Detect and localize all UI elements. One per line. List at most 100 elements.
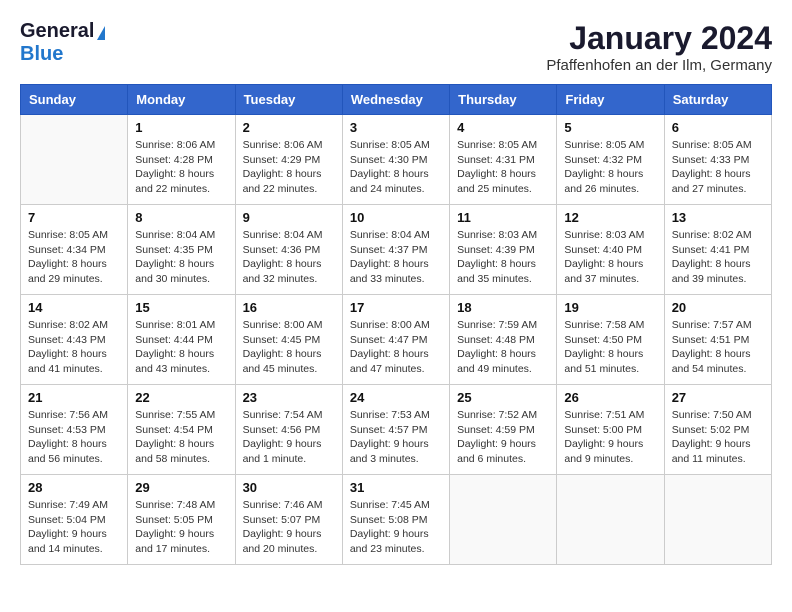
table-row: 15 Sunrise: 8:01 AMSunset: 4:44 PMDayligh… <box>128 295 235 385</box>
table-row: 30 Sunrise: 7:46 AMSunset: 5:07 PMDayligh… <box>235 475 342 565</box>
logo-general: General <box>20 20 94 43</box>
day-info: Sunrise: 8:01 AMSunset: 4:44 PMDaylight:… <box>135 318 227 377</box>
day-number: 2 <box>243 120 335 135</box>
day-number: 1 <box>135 120 227 135</box>
day-info: Sunrise: 7:50 AMSunset: 5:02 PMDaylight:… <box>672 408 764 467</box>
day-number: 26 <box>564 390 656 405</box>
day-info: Sunrise: 8:04 AMSunset: 4:35 PMDaylight:… <box>135 228 227 287</box>
table-row: 29 Sunrise: 7:48 AMSunset: 5:05 PMDayligh… <box>128 475 235 565</box>
table-row <box>557 475 664 565</box>
table-row: 11 Sunrise: 8:03 AMSunset: 4:39 PMDayligh… <box>450 205 557 295</box>
day-info: Sunrise: 7:51 AMSunset: 5:00 PMDaylight:… <box>564 408 656 467</box>
table-row: 18 Sunrise: 7:59 AMSunset: 4:48 PMDayligh… <box>450 295 557 385</box>
table-row <box>664 475 771 565</box>
day-number: 25 <box>457 390 549 405</box>
logo: General Blue <box>20 20 105 66</box>
day-info: Sunrise: 7:45 AMSunset: 5:08 PMDaylight:… <box>350 498 442 557</box>
table-row: 2 Sunrise: 8:06 AMSunset: 4:29 PMDaylight… <box>235 115 342 205</box>
table-row: 16Sunrise: 8:00 AMSunset: 4:45 PMDayligh… <box>235 295 342 385</box>
logo-triangle-icon <box>97 26 105 40</box>
col-saturday: Saturday <box>664 85 771 115</box>
day-info: Sunrise: 7:46 AMSunset: 5:07 PMDaylight:… <box>243 498 335 557</box>
table-row: 31 Sunrise: 7:45 AMSunset: 5:08 PMDayligh… <box>342 475 449 565</box>
table-row: 8 Sunrise: 8:04 AMSunset: 4:35 PMDaylight… <box>128 205 235 295</box>
day-number: 4 <box>457 120 549 135</box>
day-info: Sunrise: 8:04 AMSunset: 4:37 PMDaylight:… <box>350 228 442 287</box>
day-number: 22 <box>135 390 227 405</box>
col-wednesday: Wednesday <box>342 85 449 115</box>
day-number: 23 <box>243 390 335 405</box>
logo-blue: Blue <box>20 43 63 66</box>
day-number: 28 <box>28 480 120 495</box>
day-info: Sunrise: 7:48 AMSunset: 5:05 PMDaylight:… <box>135 498 227 557</box>
table-row: 28Sunrise: 7:49 AMSunset: 5:04 PMDayligh… <box>21 475 128 565</box>
calendar-week-row: 28Sunrise: 7:49 AMSunset: 5:04 PMDayligh… <box>21 475 772 565</box>
day-info: Sunrise: 8:05 AMSunset: 4:32 PMDaylight:… <box>564 138 656 197</box>
day-number: 6 <box>672 120 764 135</box>
table-row: 7Sunrise: 8:05 AMSunset: 4:34 PMDaylight… <box>21 205 128 295</box>
calendar-week-row: 1 Sunrise: 8:06 AMSunset: 4:28 PMDaylight… <box>21 115 772 205</box>
calendar-week-row: 7Sunrise: 8:05 AMSunset: 4:34 PMDaylight… <box>21 205 772 295</box>
day-number: 11 <box>457 210 549 225</box>
table-row: 5 Sunrise: 8:05 AMSunset: 4:32 PMDaylight… <box>557 115 664 205</box>
day-info: Sunrise: 8:05 AMSunset: 4:30 PMDaylight:… <box>350 138 442 197</box>
page-title: January 2024 <box>546 20 772 57</box>
table-row: 12Sunrise: 8:03 AMSunset: 4:40 PMDayligh… <box>557 205 664 295</box>
day-info: Sunrise: 8:06 AMSunset: 4:29 PMDaylight:… <box>243 138 335 197</box>
day-number: 5 <box>564 120 656 135</box>
day-number: 30 <box>243 480 335 495</box>
col-friday: Friday <box>557 85 664 115</box>
table-row: 3 Sunrise: 8:05 AMSunset: 4:30 PMDaylight… <box>342 115 449 205</box>
day-info: Sunrise: 8:00 AMSunset: 4:45 PMDaylight:… <box>243 318 335 377</box>
day-info: Sunrise: 8:05 AMSunset: 4:33 PMDaylight:… <box>672 138 764 197</box>
table-row: 14Sunrise: 8:02 AMSunset: 4:43 PMDayligh… <box>21 295 128 385</box>
table-row: 26 Sunrise: 7:51 AMSunset: 5:00 PMDayligh… <box>557 385 664 475</box>
day-info: Sunrise: 7:53 AMSunset: 4:57 PMDaylight:… <box>350 408 442 467</box>
table-row: 21Sunrise: 7:56 AMSunset: 4:53 PMDayligh… <box>21 385 128 475</box>
day-info: Sunrise: 8:03 AMSunset: 4:39 PMDaylight:… <box>457 228 549 287</box>
calendar-week-row: 14Sunrise: 8:02 AMSunset: 4:43 PMDayligh… <box>21 295 772 385</box>
day-number: 7 <box>28 210 120 225</box>
day-number: 13 <box>672 210 764 225</box>
day-number: 20 <box>672 300 764 315</box>
day-info: Sunrise: 7:58 AMSunset: 4:50 PMDaylight:… <box>564 318 656 377</box>
col-thursday: Thursday <box>450 85 557 115</box>
day-number: 27 <box>672 390 764 405</box>
day-number: 8 <box>135 210 227 225</box>
day-info: Sunrise: 7:55 AMSunset: 4:54 PMDaylight:… <box>135 408 227 467</box>
col-sunday: Sunday <box>21 85 128 115</box>
day-number: 10 <box>350 210 442 225</box>
title-block: January 2024 Pfaffenhofen an der Ilm, Ge… <box>546 20 772 74</box>
day-info: Sunrise: 8:02 AMSunset: 4:41 PMDaylight:… <box>672 228 764 287</box>
day-number: 29 <box>135 480 227 495</box>
day-info: Sunrise: 7:52 AMSunset: 4:59 PMDaylight:… <box>457 408 549 467</box>
day-number: 3 <box>350 120 442 135</box>
day-number: 14 <box>28 300 120 315</box>
table-row <box>21 115 128 205</box>
day-number: 19 <box>564 300 656 315</box>
day-info: Sunrise: 7:54 AMSunset: 4:56 PMDaylight:… <box>243 408 335 467</box>
table-row: 22 Sunrise: 7:55 AMSunset: 4:54 PMDayligh… <box>128 385 235 475</box>
day-number: 17 <box>350 300 442 315</box>
table-row: 23 Sunrise: 7:54 AMSunset: 4:56 PMDayligh… <box>235 385 342 475</box>
day-info: Sunrise: 8:03 AMSunset: 4:40 PMDaylight:… <box>564 228 656 287</box>
table-row: 25 Sunrise: 7:52 AMSunset: 4:59 PMDayligh… <box>450 385 557 475</box>
day-number: 15 <box>135 300 227 315</box>
day-number: 18 <box>457 300 549 315</box>
day-number: 24 <box>350 390 442 405</box>
day-info: Sunrise: 7:56 AMSunset: 4:53 PMDaylight:… <box>28 408 120 467</box>
page-header: General Blue January 2024 Pfaffenhofen a… <box>20 20 772 74</box>
calendar-header-row: Sunday Monday Tuesday Wednesday Thursday… <box>21 85 772 115</box>
table-row: 20Sunrise: 7:57 AMSunset: 4:51 PMDayligh… <box>664 295 771 385</box>
col-monday: Monday <box>128 85 235 115</box>
table-row: 19 Sunrise: 7:58 AMSunset: 4:50 PMDayligh… <box>557 295 664 385</box>
table-row: 4 Sunrise: 8:05 AMSunset: 4:31 PMDaylight… <box>450 115 557 205</box>
day-info: Sunrise: 7:59 AMSunset: 4:48 PMDaylight:… <box>457 318 549 377</box>
table-row: 6 Sunrise: 8:05 AMSunset: 4:33 PMDaylight… <box>664 115 771 205</box>
day-info: Sunrise: 8:06 AMSunset: 4:28 PMDaylight:… <box>135 138 227 197</box>
page-subtitle: Pfaffenhofen an der Ilm, Germany <box>546 57 772 74</box>
day-number: 31 <box>350 480 442 495</box>
day-info: Sunrise: 8:04 AMSunset: 4:36 PMDaylight:… <box>243 228 335 287</box>
day-info: Sunrise: 8:05 AMSunset: 4:31 PMDaylight:… <box>457 138 549 197</box>
day-number: 9 <box>243 210 335 225</box>
